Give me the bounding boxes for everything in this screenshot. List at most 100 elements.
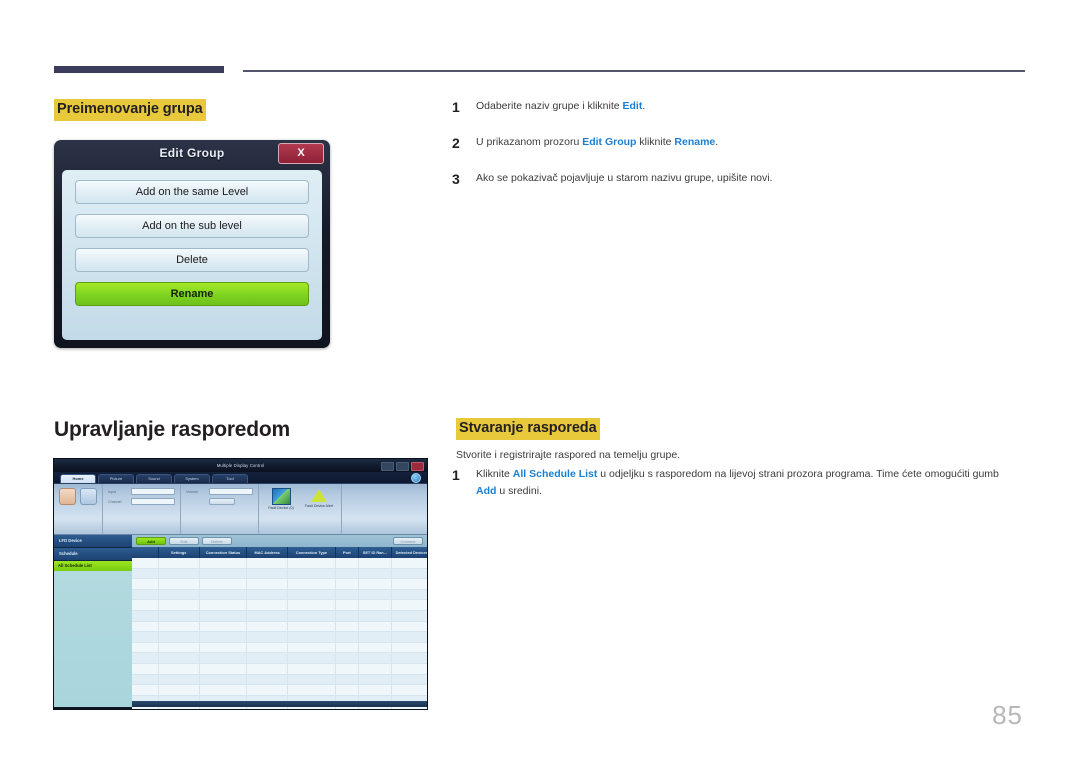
table-cell (336, 600, 360, 610)
table-row[interactable] (132, 568, 427, 580)
mdc-toolbar: Add Edit Delete Connect (132, 535, 427, 547)
table-cell (200, 685, 248, 695)
tab-picture[interactable]: Picture (98, 474, 134, 483)
table-column-header[interactable]: MAC Address (247, 547, 289, 558)
close-icon[interactable]: X (278, 143, 324, 164)
tab-tool[interactable]: Tool (212, 474, 248, 483)
channel-field-label: Channel (108, 499, 122, 504)
ribbon-group-input: Input Channel (103, 484, 181, 534)
table-row[interactable] (132, 642, 427, 654)
table-row[interactable] (132, 685, 427, 696)
table-row[interactable] (132, 674, 427, 686)
tab-system[interactable]: System (174, 474, 210, 483)
maximize-icon[interactable] (396, 462, 409, 471)
table-row[interactable] (132, 600, 427, 611)
table-cell (336, 568, 360, 579)
table-cell (392, 675, 427, 685)
table-cell (247, 674, 289, 685)
add-same-level-button[interactable]: Add on the same Level (75, 180, 309, 204)
table-row[interactable] (132, 558, 427, 569)
table-cell (336, 632, 360, 642)
table-row[interactable] (132, 663, 427, 675)
channel-select[interactable] (131, 498, 175, 505)
table-cell (288, 653, 336, 663)
table-cell (359, 568, 392, 579)
power-on-icon[interactable] (59, 488, 76, 505)
table-cell (132, 685, 159, 695)
close-icon[interactable] (411, 462, 424, 471)
table-cell (359, 558, 392, 568)
table-cell (247, 579, 289, 589)
table-cell (200, 589, 248, 600)
table-cell (336, 579, 360, 589)
table-cell (288, 685, 336, 695)
table-column-header[interactable]: Detected Devices (392, 547, 427, 558)
delete-button[interactable]: Delete (202, 537, 232, 545)
step-number: 1 (452, 467, 460, 483)
section-heading-rename-groups: Preimenovanje grupa (54, 99, 206, 121)
step-text: U prikazanom prozoru Edit Group kliknite… (476, 135, 719, 148)
table-cell (392, 590, 427, 600)
table-cell (247, 568, 289, 579)
input-field-label: Input (108, 489, 116, 494)
mdc-statusbar (132, 701, 427, 707)
volume-select[interactable] (209, 488, 253, 495)
table-cell (392, 611, 427, 621)
table-cell (132, 600, 159, 610)
ribbon-group-fault: Fault Device (0) Fault Device Alert (259, 484, 342, 534)
table-cell (159, 589, 200, 600)
delete-button[interactable]: Delete (75, 248, 309, 272)
sidebar-item-all-schedule-list[interactable]: All Schedule List (54, 561, 132, 571)
table-cell (132, 653, 159, 663)
table-column-header[interactable]: Port (336, 547, 360, 558)
table-row[interactable] (132, 610, 427, 622)
table-cell (288, 610, 336, 621)
mdc-window-buttons (381, 462, 424, 471)
table-cell (288, 642, 336, 653)
fault-device-alert-command[interactable]: Fault Device Alert (302, 488, 336, 508)
table-cell (392, 664, 427, 674)
dialog-titlebar: Edit Group X (54, 140, 330, 168)
mdc-table-body (132, 558, 427, 709)
table-column-header[interactable]: SET ID Ran... (359, 547, 392, 558)
table-row[interactable] (132, 621, 427, 633)
input-select[interactable] (131, 488, 175, 495)
rename-button[interactable]: Rename (75, 282, 309, 306)
table-row[interactable] (132, 653, 427, 664)
table-cell (392, 685, 427, 695)
table-cell (359, 579, 392, 589)
table-row[interactable] (132, 579, 427, 590)
add-sub-level-button[interactable]: Add on the sub level (75, 214, 309, 238)
connect-button[interactable]: Connect (393, 537, 423, 545)
table-cell (159, 568, 200, 579)
mdc-titlebar: Multiple Display Control (54, 459, 427, 472)
table-cell (336, 663, 360, 674)
table-cell (247, 685, 289, 695)
table-cell (336, 610, 360, 621)
table-cell (247, 621, 289, 632)
fault-device-command[interactable]: Fault Device (0) (264, 488, 298, 510)
table-column-header[interactable] (132, 547, 159, 558)
help-icon[interactable] (411, 473, 421, 483)
tab-home[interactable]: Home (60, 474, 96, 483)
table-column-header[interactable]: Connection Status (200, 547, 248, 558)
power-off-icon[interactable] (80, 488, 97, 505)
mute-button[interactable] (209, 498, 235, 505)
minimize-icon[interactable] (381, 462, 394, 471)
table-cell (359, 610, 392, 621)
table-cell (288, 663, 336, 674)
table-column-header[interactable]: Connection Type (288, 547, 336, 558)
table-row[interactable] (132, 589, 427, 601)
tab-sound[interactable]: Sound (136, 474, 172, 483)
table-cell (132, 610, 159, 621)
list-item: 2 U prikazanom prozoru Edit Group klikni… (452, 134, 1032, 153)
sidebar-section-schedule[interactable]: Schedule (54, 548, 132, 561)
table-cell (159, 674, 200, 685)
add-button[interactable]: Add (136, 537, 166, 545)
table-column-header[interactable]: Settings (159, 547, 200, 558)
table-cell (288, 579, 336, 589)
table-row[interactable] (132, 632, 427, 643)
table-cell (159, 642, 200, 653)
edit-button[interactable]: Edit (169, 537, 199, 545)
sidebar-section-lfd-device[interactable]: LFD Device (54, 535, 132, 548)
